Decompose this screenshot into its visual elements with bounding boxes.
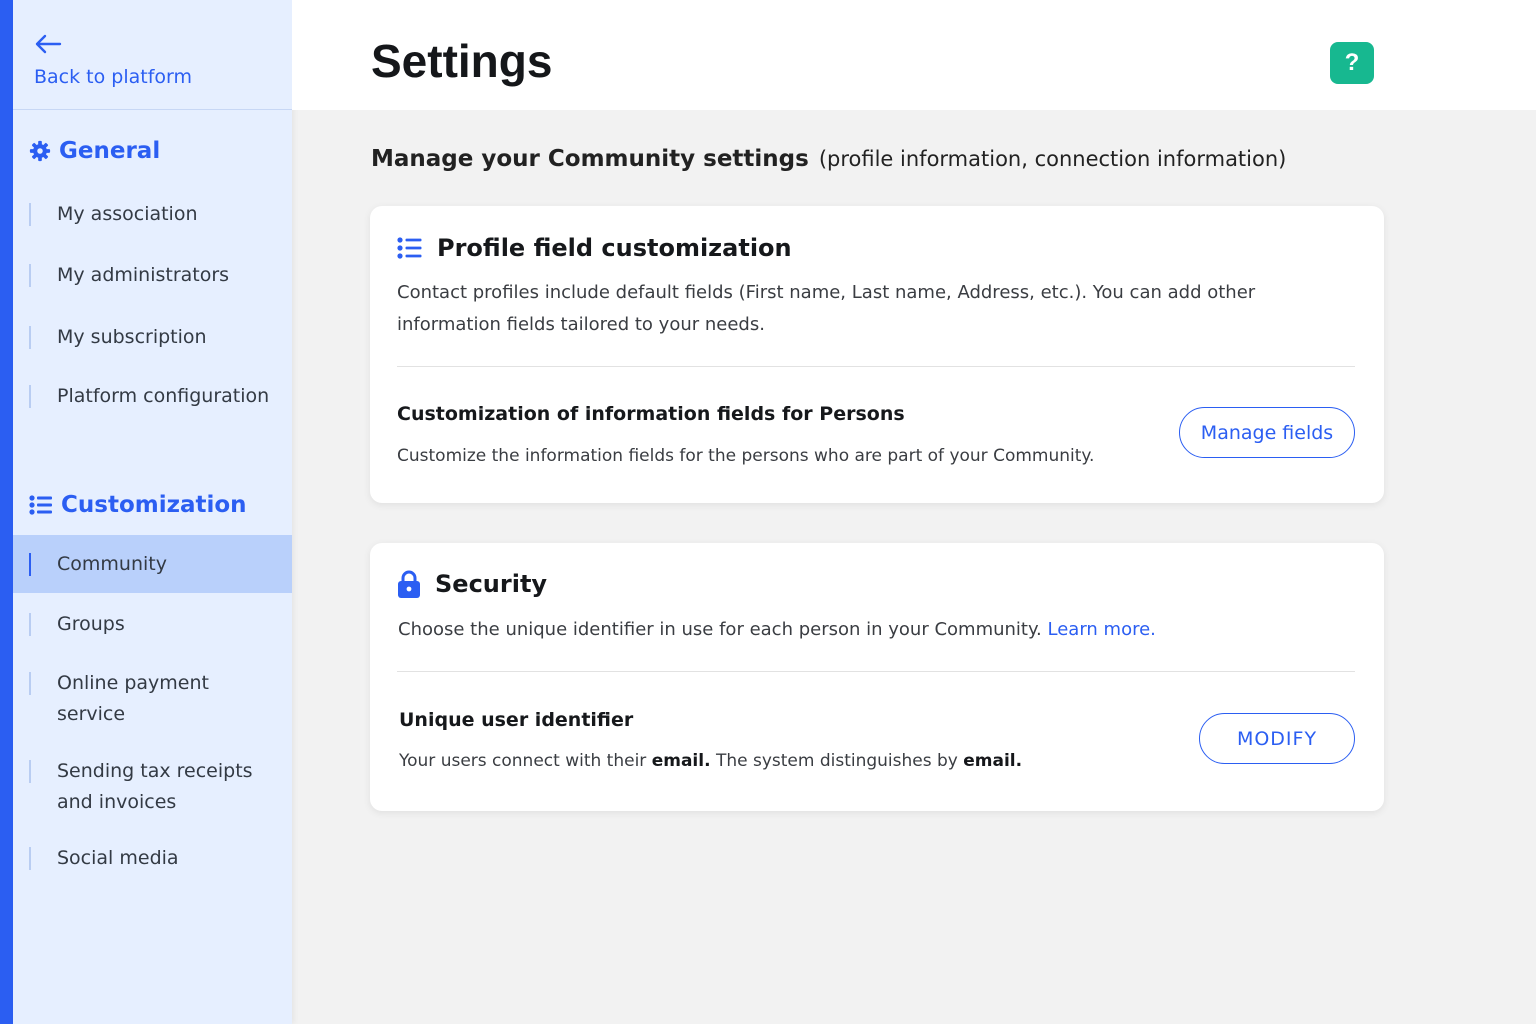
identifier-text-1: Your users connect with their: [399, 751, 647, 771]
unique-identifier-description: Your users connect with their email. The…: [399, 751, 1022, 771]
sidebar-item-label: My administrators: [57, 264, 230, 286]
security-card-title-text: Security: [435, 570, 548, 598]
profile-card-title: Profile field customization: [397, 234, 792, 262]
nav-tick: [29, 264, 31, 287]
unique-identifier-title: Unique user identifier: [399, 709, 634, 731]
manage-fields-button[interactable]: Manage fields: [1179, 407, 1355, 458]
security-description-text: Choose the unique identifier in use for …: [398, 619, 1042, 640]
nav-tick: [29, 613, 31, 636]
profile-card-title-text: Profile field customization: [437, 234, 792, 262]
sidebar-item-label: Sending tax receipts and invoices: [57, 760, 253, 813]
sidebar-item-my-association[interactable]: My association: [13, 199, 292, 230]
section-customization: Customization: [29, 489, 247, 521]
profile-field-card: Profile field customization Contact prof…: [370, 206, 1384, 503]
page-title: Settings: [371, 35, 553, 87]
list-icon: [29, 495, 52, 515]
modify-button[interactable]: MODIFY: [1199, 713, 1355, 764]
intro-subtext: (profile information, connection informa…: [818, 147, 1287, 171]
profile-card-description: Contact profiles include default fields …: [397, 282, 1256, 335]
persons-fields-description: Customize the information fields for the…: [397, 446, 1095, 466]
sidebar-item-label: Groups: [57, 613, 125, 635]
sidebar-item-platform-configuration[interactable]: Platform configuration: [13, 381, 292, 412]
sidebar-item-label: Platform configuration: [57, 385, 270, 407]
list-icon: [397, 237, 422, 259]
divider: [397, 671, 1355, 672]
nav-tick: [29, 203, 31, 226]
sidebar-item-community[interactable]: Community: [13, 535, 292, 593]
back-label: Back to platform: [34, 66, 193, 88]
sidebar-item-sending-tax-receipts[interactable]: Sending tax receipts and invoices: [13, 756, 292, 818]
nav-tick: [29, 672, 31, 695]
page-intro: Manage your Community settings (profile i…: [371, 146, 1286, 172]
divider: [397, 366, 1355, 367]
security-card-description: Choose the unique identifier in use for …: [398, 614, 1358, 646]
identifier-email-2: email.: [963, 751, 1023, 771]
sidebar-item-label: My subscription: [57, 326, 207, 348]
sidebar-item-online-payment-service[interactable]: Online payment service: [13, 668, 292, 730]
sidebar-item-my-subscription[interactable]: My subscription: [13, 322, 292, 353]
back-to-platform-link[interactable]: Back to platform: [13, 0, 292, 110]
sidebar-accent-strip: [0, 0, 13, 1024]
section-general: General: [29, 135, 160, 167]
security-card-title: Security: [397, 569, 547, 599]
sidebar-item-label: Community: [57, 553, 167, 575]
arrow-left-icon: [35, 34, 62, 54]
sidebar-item-label: Online payment service: [57, 672, 209, 725]
intro-heading: Manage your Community settings: [371, 146, 809, 172]
security-card: Security Choose the unique identifier in…: [370, 543, 1384, 811]
identifier-text-2: The system distinguishes by: [715, 751, 958, 771]
help-icon: ?: [1344, 49, 1360, 76]
sidebar-item-social-media[interactable]: Social media: [13, 843, 292, 874]
nav-tick: [29, 553, 31, 576]
sidebar-item-groups[interactable]: Groups: [13, 609, 292, 640]
sidebar: Back to platform General My association …: [13, 0, 292, 1024]
gear-icon: [29, 140, 51, 162]
nav-tick: [29, 847, 31, 870]
persons-fields-title: Customization of information fields for …: [397, 403, 905, 425]
sidebar-item-label: Social media: [57, 847, 179, 869]
lock-icon: [398, 570, 420, 598]
nav-tick: [29, 385, 31, 408]
page-header: Settings ?: [292, 0, 1536, 110]
learn-more-link[interactable]: Learn more.: [1048, 619, 1156, 640]
nav-tick: [29, 760, 31, 783]
sidebar-item-label: My association: [57, 203, 198, 225]
nav-tick: [29, 326, 31, 349]
section-customization-title: Customization: [61, 492, 247, 518]
identifier-email-1: email.: [651, 751, 711, 771]
help-button[interactable]: ?: [1330, 42, 1374, 84]
sidebar-item-my-administrators[interactable]: My administrators: [13, 260, 292, 291]
section-general-title: General: [59, 138, 161, 164]
